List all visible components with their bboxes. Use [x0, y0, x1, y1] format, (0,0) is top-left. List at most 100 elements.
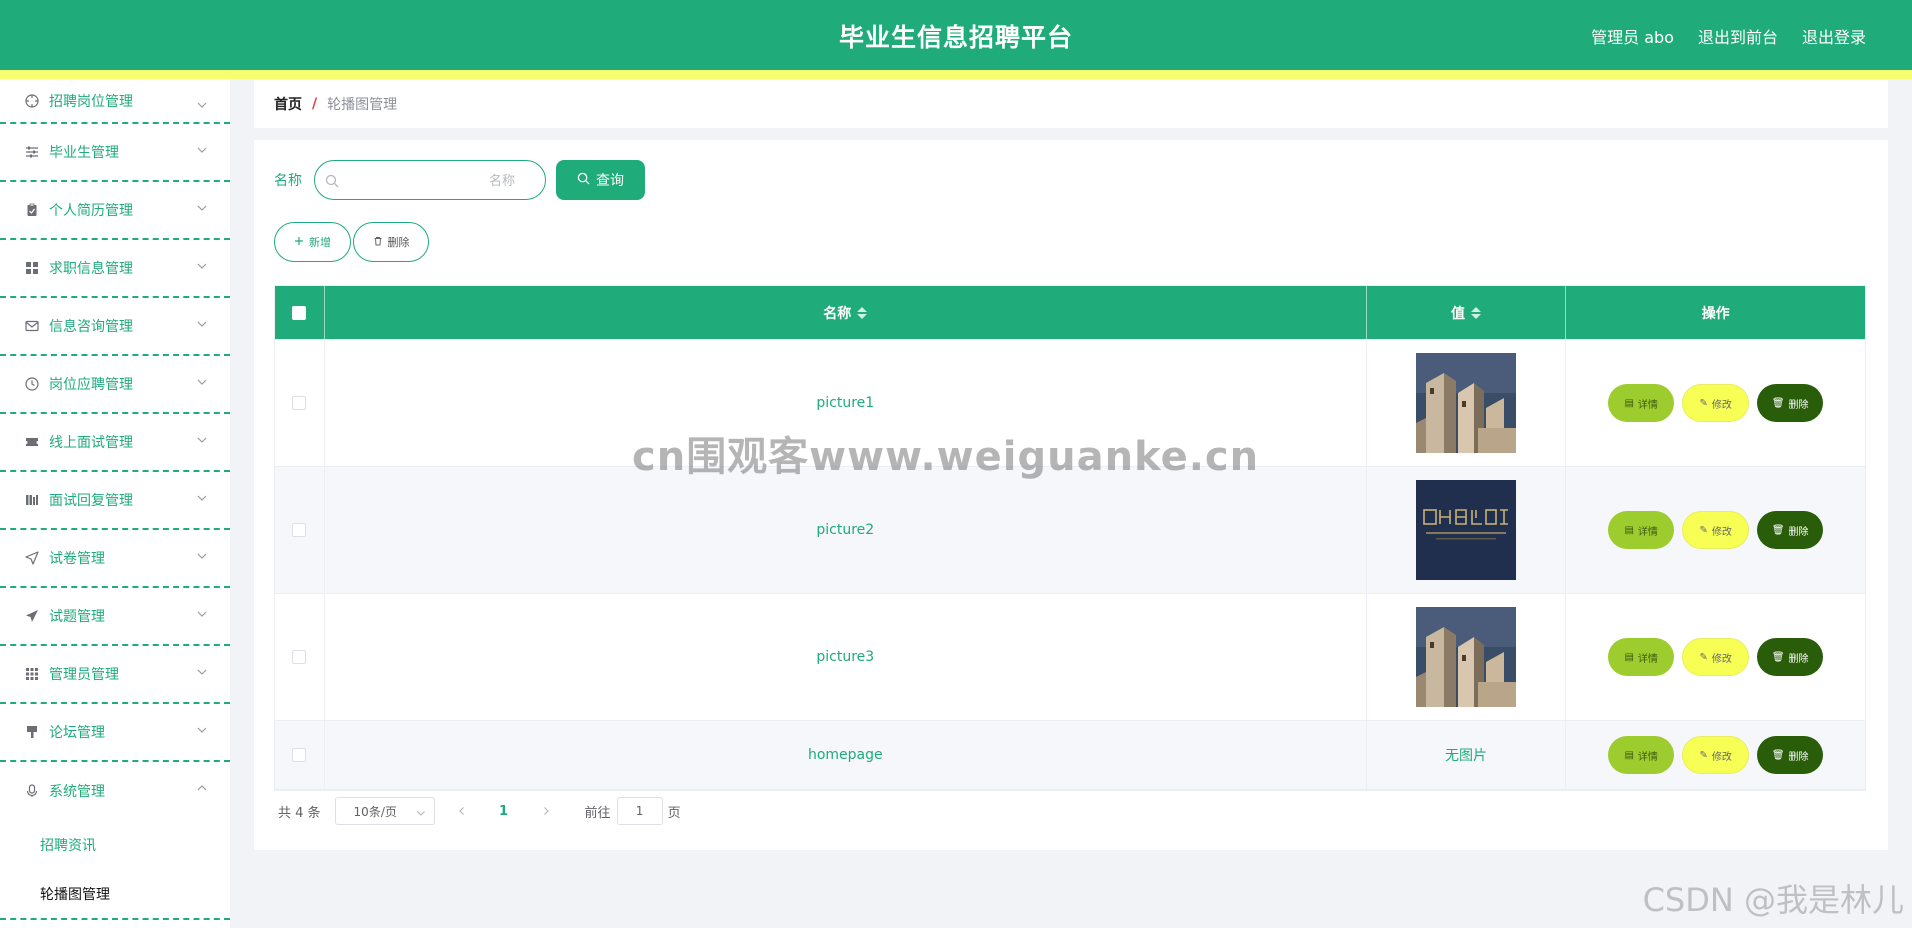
detail-button[interactable]: ▤ 详情	[1608, 384, 1675, 422]
sidebar-item-job-seeking[interactable]: 求职信息管理	[0, 240, 230, 298]
sidebar: 招聘岗位管理 毕业生管理 个人简历管理 求职信息管理 信息咨询管理 岗位应聘管理…	[0, 79, 230, 928]
goto-page-input[interactable]	[616, 797, 663, 825]
detail-button[interactable]: ▤ 详情	[1608, 736, 1675, 774]
sidebar-item-label: 试题管理	[49, 609, 105, 625]
edit-button[interactable]: ✎ 修改	[1682, 511, 1750, 549]
detail-label: 详情	[1637, 526, 1658, 538]
sidebar-item-label: 线上面试管理	[49, 435, 133, 451]
carousel-image-thumbnail[interactable]	[1416, 480, 1516, 580]
column-header-name[interactable]: 名称	[325, 286, 1367, 339]
sidebar-item-resumes[interactable]: 个人简历管理	[0, 182, 230, 240]
detail-label: 详情	[1637, 399, 1658, 411]
edit-button[interactable]: ✎ 修改	[1682, 736, 1750, 774]
add-button[interactable]: 新增	[274, 222, 351, 262]
pencil-icon: ✎	[1699, 524, 1708, 536]
pagination-total: 共 4 条	[278, 805, 321, 821]
sidebar-item-label: 面试回复管理	[49, 493, 133, 509]
pencil-icon: ✎	[1699, 651, 1708, 663]
page-number-current[interactable]: 1	[489, 797, 519, 825]
batch-delete-button[interactable]: 删除	[353, 222, 429, 262]
sort-icon	[1471, 306, 1481, 319]
row-checkbox[interactable]	[292, 650, 307, 664]
delete-button[interactable]: 🗑 删除	[1757, 511, 1824, 549]
pencil-icon: ✎	[1699, 749, 1708, 761]
detail-button[interactable]: ▤ 详情	[1608, 638, 1675, 676]
edit-button[interactable]: ✎ 修改	[1682, 384, 1750, 422]
navigation-icon	[24, 550, 40, 566]
chevron-down-icon	[196, 492, 208, 504]
next-page-button[interactable]	[531, 797, 561, 825]
edit-label: 修改	[1711, 399, 1732, 411]
detail-label: 详情	[1637, 751, 1658, 763]
trash-icon: 🗑	[1771, 524, 1785, 536]
delete-button[interactable]: 🗑 删除	[1757, 638, 1824, 676]
sidebar-item-job-posts[interactable]: 招聘岗位管理	[0, 79, 230, 124]
delete-button[interactable]: 🗑 删除	[1757, 384, 1824, 422]
sidebar-subitem-carousel[interactable]: 轮播图管理	[0, 870, 230, 920]
search-input[interactable]	[315, 161, 545, 199]
logout-link[interactable]: 退出登录	[1802, 24, 1866, 48]
select-all-checkbox[interactable]	[292, 305, 307, 320]
chevron-down-icon	[196, 144, 208, 156]
header-accent-stripe	[0, 70, 1912, 79]
sidebar-item-label: 岗位应聘管理	[49, 377, 133, 393]
sidebar-item-consulting[interactable]: 信息咨询管理	[0, 298, 230, 356]
chevron-down-icon	[196, 202, 208, 214]
delete-label: 删除	[1788, 751, 1809, 763]
add-button-label: 新增	[309, 236, 331, 249]
edit-button[interactable]: ✎ 修改	[1682, 638, 1750, 676]
batch-delete-label: 删除	[387, 236, 410, 249]
breadcrumb: 首页 / 轮播图管理	[254, 80, 1888, 128]
sidebar-item-applications[interactable]: 岗位应聘管理	[0, 356, 230, 414]
table-header-row: 名称 值 操作	[275, 286, 1865, 340]
table-row: picture3 ▤ 详情 ✎ 修改 🗑 删除	[275, 594, 1865, 721]
detail-button[interactable]: ▤ 详情	[1608, 511, 1675, 549]
sidebar-item-admins[interactable]: 管理员管理	[0, 646, 230, 704]
carousel-image-thumbnail[interactable]	[1416, 353, 1516, 453]
sidebar-item-label: 个人简历管理	[49, 203, 133, 219]
chevron-down-icon	[196, 550, 208, 562]
sidebar-item-graduates[interactable]: 毕业生管理	[0, 124, 230, 182]
search-row: 名称 查询	[274, 160, 645, 200]
breadcrumb-current: 轮播图管理	[327, 97, 398, 113]
document-icon: ▤	[1624, 749, 1634, 761]
sidebar-item-system[interactable]: 系统管理	[0, 762, 230, 820]
sidebar-subitem-recruit-news[interactable]: 招聘资讯	[0, 820, 230, 870]
carousel-image-thumbnail[interactable]	[1416, 607, 1516, 707]
send-icon	[24, 608, 40, 624]
row-checkbox[interactable]	[292, 523, 307, 537]
top-header: 毕业生信息招聘平台 管理员 abo 退出到前台 退出登录	[0, 0, 1912, 70]
edit-label: 修改	[1711, 653, 1732, 665]
sidebar-item-questions[interactable]: 试题管理	[0, 588, 230, 646]
row-checkbox[interactable]	[292, 396, 307, 410]
sidebar-item-label: 招聘岗位管理	[49, 93, 133, 110]
header-links: 管理员 abo 退出到前台 退出登录	[1591, 24, 1866, 48]
sidebar-item-online-interviews[interactable]: 线上面试管理	[0, 414, 230, 472]
sliders-icon	[24, 144, 40, 160]
grid-icon	[24, 260, 40, 276]
query-button[interactable]: 查询	[556, 160, 645, 200]
sidebar-item-label: 论坛管理	[49, 725, 105, 741]
chevron-down-icon	[196, 376, 208, 388]
document-icon: ▤	[1624, 397, 1634, 409]
admin-user-label: 管理员 abo	[1591, 28, 1674, 47]
page-size-select[interactable]: 10条/页	[334, 797, 435, 825]
chevron-down-icon	[416, 807, 426, 817]
exit-to-front-link[interactable]: 退出到前台	[1698, 24, 1778, 48]
column-header-label: 操作	[1701, 305, 1730, 322]
sidebar-item-label: 信息咨询管理	[49, 319, 133, 335]
search-field	[314, 160, 546, 200]
chevron-down-icon	[196, 99, 208, 111]
sidebar-item-interview-replies[interactable]: 面试回复管理	[0, 472, 230, 530]
prev-page-button[interactable]	[447, 797, 477, 825]
row-checkbox[interactable]	[292, 748, 307, 762]
column-header-value[interactable]: 值	[1367, 286, 1567, 339]
trash-icon: 🗑	[1771, 651, 1785, 663]
sidebar-item-forum[interactable]: 论坛管理	[0, 704, 230, 762]
mail-icon	[24, 318, 40, 334]
breadcrumb-home[interactable]: 首页	[274, 94, 302, 114]
delete-button[interactable]: 🗑 删除	[1757, 736, 1824, 774]
pencil-icon: ✎	[1699, 397, 1708, 409]
sidebar-item-papers[interactable]: 试卷管理	[0, 530, 230, 588]
sidebar-item-label: 系统管理	[49, 784, 105, 800]
